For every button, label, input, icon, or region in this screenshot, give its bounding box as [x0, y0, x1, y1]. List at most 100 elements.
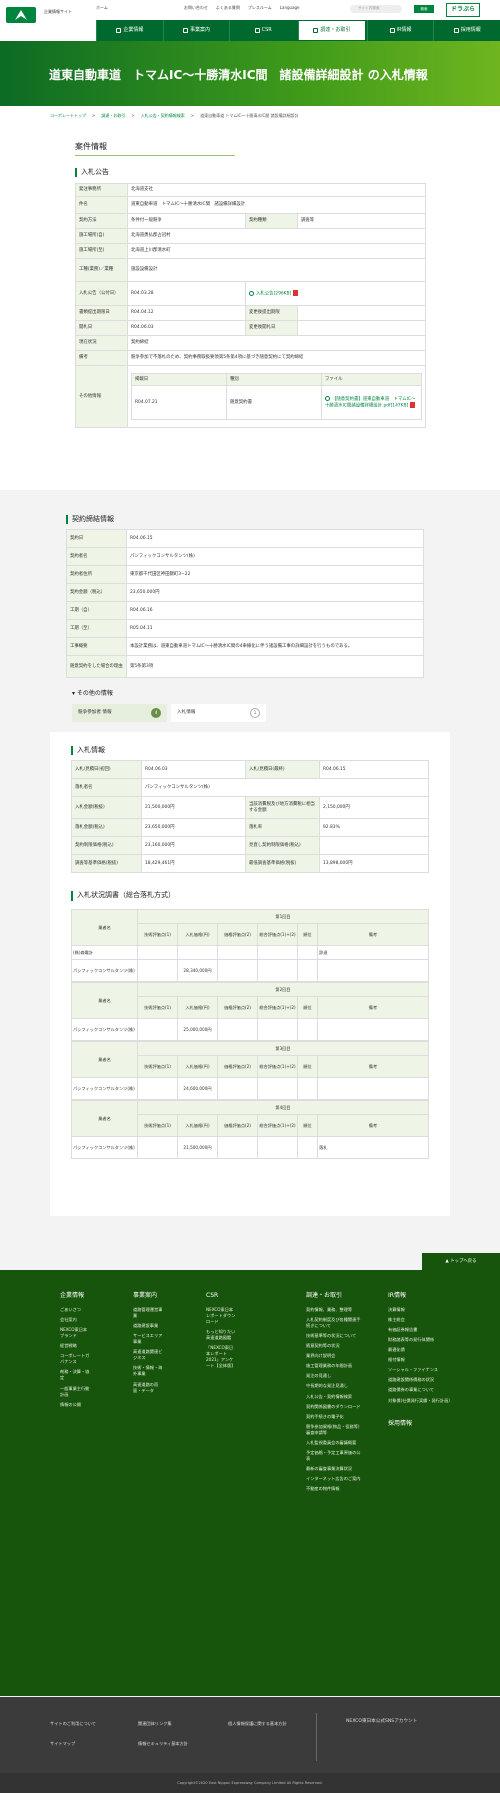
nav-procurement[interactable]: 調達・お取引 — [298, 21, 365, 40]
footer-link[interactable]: 中長期的な発注見通し — [306, 1383, 362, 1389]
footer-link[interactable]: 剤務・決算・協定 — [60, 1369, 90, 1381]
footer-link[interactable]: 経営戦略 — [60, 1343, 90, 1349]
footer-link[interactable]: NEXCO東日本ブランド — [60, 1327, 90, 1339]
breadcrumb-item[interactable]: コーポレートトップ — [50, 113, 86, 126]
corp-site-label[interactable]: 企業情報サイト — [44, 9, 84, 14]
footer-link[interactable]: 決算情報 — [388, 1307, 450, 1313]
footer-link[interactable]: 道路建設関係債務の状況 — [388, 1377, 450, 1383]
footer-link[interactable]: 入札公告・契約情報検索 — [306, 1394, 362, 1400]
nav-corp[interactable]: 企業情報 — [96, 20, 163, 41]
other-file-link[interactable]: 【随意契約書】道東自動車道 トマムIC〜十勝清水IC間諸設備詳細設計.pdf[1… — [321, 385, 422, 421]
footer-link[interactable]: ごあいさつ — [60, 1307, 90, 1313]
breadcrumb-item[interactable]: 調達・お取引 — [101, 113, 125, 126]
cell: 入札/見積日(最終) — [245, 760, 320, 780]
footer-link[interactable]: 業界向け説明会 — [306, 1353, 362, 1359]
footer-link[interactable]: 一般事業主行動計画 — [60, 1386, 90, 1398]
footer-link[interactable]: 入札監視委員会の審議概要 — [306, 1440, 362, 1446]
footer-link[interactable]: 不動産の物件情報 — [306, 1486, 362, 1492]
footer-link[interactable]: 情報セキュリティ基本方針 — [138, 1741, 188, 1747]
footer-link[interactable]: 関連団体リンク集 — [138, 1721, 172, 1727]
footer-link[interactable]: 道路管理運営事業 — [133, 1307, 163, 1319]
koukoku-file-link[interactable]: 入札公告[296KB] — [245, 281, 426, 307]
footer-link[interactable]: コーポレートガバナンス — [60, 1353, 90, 1365]
footer-link[interactable]: 入札契約制度及び各種関連手続きについて — [306, 1317, 362, 1329]
footer-link[interactable]: 随意契約等の状況 — [306, 1343, 362, 1349]
footer-link[interactable]: NEXCO東日本レポートダウンロード — [206, 1307, 236, 1325]
cell: 北海道支社 — [127, 183, 426, 198]
nav-ir[interactable]: IR情報 — [366, 20, 434, 41]
search-input[interactable]: サイト内検索 — [350, 5, 402, 13]
footer-link[interactable]: 株主総会 — [388, 1317, 450, 1323]
faq-link[interactable]: よくある質問 — [216, 5, 240, 10]
footer-link[interactable]: 契約手続きの電子化 — [306, 1414, 362, 1420]
cell: 競争参加で不落札のため、契約事務取扱要領第5条第4項に基づき随意契約にて契約締結 — [127, 350, 426, 367]
cell: 業者名 — [71, 1099, 138, 1137]
tab-competitors[interactable]: 競争参加者 情報 4 — [72, 704, 167, 723]
breadcrumb-item[interactable]: 入札公告・契約情報検索 — [141, 113, 185, 126]
footer-link[interactable]: インターネット広告のご案内 — [306, 1476, 362, 1482]
cell: その他情報 — [75, 365, 128, 429]
footer-link[interactable]: 最新の審査事業決算状況 — [306, 1466, 362, 1472]
nav-label: 企業情報 — [123, 27, 144, 34]
footer-link[interactable]: 高速道路関連ビジネス — [133, 1349, 163, 1361]
cell: 順位 — [297, 1054, 318, 1078]
footer-link[interactable]: もっと知りたい高速道路図鑑 — [206, 1329, 236, 1341]
footer-link[interactable]: サイトのご利用について — [50, 1721, 96, 1727]
footer-heading[interactable]: 企業情報 — [60, 1292, 90, 1301]
tab-bid-info[interactable]: 入札情報 1 — [171, 704, 266, 723]
nexco-logo[interactable] — [6, 7, 36, 23]
cell — [297, 1017, 318, 1041]
language-link[interactable]: Language — [280, 5, 300, 10]
footer-heading[interactable]: 採用情報 — [388, 1420, 418, 1429]
footer-link[interactable]: 「NEXCO東日本レポート2021」アンケート【全体版】 — [206, 1345, 236, 1369]
nav-business[interactable]: 事業案内 — [162, 20, 230, 41]
cell: 業者名 — [71, 908, 138, 946]
footer-link[interactable]: 情報の公開 — [60, 1402, 90, 1408]
footer-link[interactable]: 有価証券報告書 — [388, 1327, 450, 1333]
footer-link[interactable]: 最適化債 — [388, 1347, 450, 1353]
footer-link[interactable]: ソーシャル・ファイナンス — [388, 1367, 450, 1373]
footer-heading[interactable]: CSR — [206, 1292, 236, 1301]
footer-link[interactable]: 競争参加資格(物品・役務等)審査申請等 — [306, 1424, 362, 1436]
cell: 業者名 — [71, 981, 138, 1019]
footer-link[interactable]: 発注の見通し — [306, 1373, 362, 1379]
sns-heading: NEXCO東日本公式SNSアカウント — [346, 1719, 418, 1724]
footer-link[interactable]: 格付情報 — [388, 1357, 450, 1363]
cell: 価格評価点(2) — [217, 995, 258, 1019]
footer-link[interactable]: 会社案内 — [60, 1317, 90, 1323]
footer-link[interactable]: 技術基準等の状況について — [306, 1333, 362, 1339]
footer-link[interactable]: 財務諸表等の発行体関係 — [388, 1337, 450, 1343]
footer-link[interactable]: サービスエリア事業 — [133, 1333, 163, 1345]
cell: 入札公告（公付日） — [75, 281, 128, 307]
nav-recruit[interactable]: 採用情報 — [433, 20, 500, 41]
footer-heading[interactable]: IR情報 — [388, 1292, 450, 1301]
footer-link[interactable]: 施工管理業務の年間計画 — [306, 1363, 362, 1369]
round-table: 業者名 第3回目 技術評価点(1) 入札価格(円) 価格評価点(2) 総合評価点(1)+(… — [71, 1040, 429, 1100]
footer-link[interactable]: 対象債(社債発行実績・発行計画) — [388, 1398, 450, 1404]
footer-link[interactable]: 道路債券の事業について — [388, 1387, 450, 1393]
cell: 契約金額（税込） — [66, 583, 127, 603]
drapla-logo[interactable]: ドラぷら — [446, 3, 480, 17]
cell — [257, 944, 298, 960]
other-info-section: ▾ その他の情報 競争参加者 情報 4 入札情報 1 — [0, 690, 500, 730]
cell: 北海道上川郡清水町 — [127, 243, 426, 260]
footer-heading[interactable]: 調達・お取引 — [306, 1292, 362, 1301]
footer-link[interactable]: 契約関係図書のダウンロード — [306, 1404, 362, 1410]
cell: 施工場所(至) — [75, 243, 128, 260]
footer-link[interactable]: 道路建設事業 — [133, 1323, 163, 1329]
nav-csr[interactable]: CSR — [229, 20, 296, 41]
footer-link[interactable]: 予定価格・予定工事原価の公表 — [306, 1450, 362, 1462]
home-link[interactable]: ホーム — [96, 5, 108, 10]
contact-link[interactable]: お問い合わせ — [184, 5, 208, 10]
cell: 最低調査基準価格(税抜) — [245, 854, 320, 874]
back-to-top-button[interactable]: ▲ トップへ戻る — [422, 1253, 500, 1270]
footer-link[interactable]: 契約情報、業務、整理等 — [306, 1307, 362, 1313]
footer-heading[interactable]: 事業案内 — [133, 1292, 163, 1301]
footer-link[interactable]: 技術・情報・海外事業 — [133, 1365, 163, 1377]
search-button[interactable]: 検索 — [414, 5, 434, 13]
press-link[interactable]: プレスルーム — [248, 5, 272, 10]
footer-link[interactable]: 高速道路の而面・データ — [133, 1382, 163, 1394]
cell — [217, 1017, 258, 1041]
footer-link[interactable]: 個人情報保護に関する基本方針 — [228, 1721, 287, 1727]
footer-link[interactable]: サイトマップ — [50, 1741, 75, 1747]
